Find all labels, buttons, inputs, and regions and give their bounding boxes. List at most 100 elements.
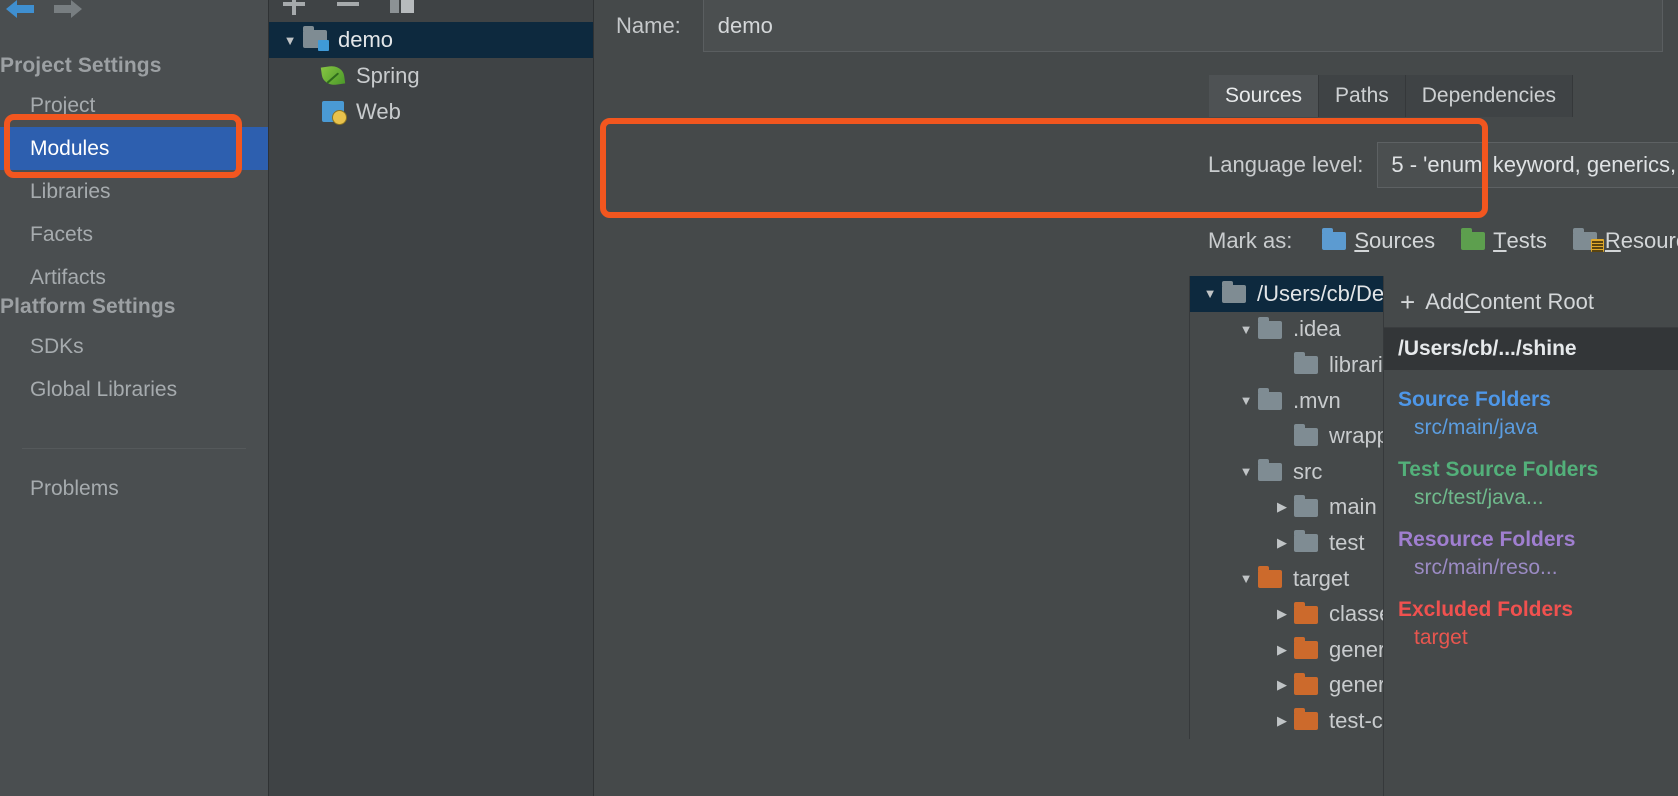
sidebar-item-global-libraries[interactable]: Global Libraries xyxy=(0,368,268,411)
mark-as-toolbar: Mark as: Sources Tests Resources Test R xyxy=(1208,228,1678,254)
folder-gray-icon xyxy=(1294,532,1320,553)
folder-orange-icon xyxy=(1294,604,1320,625)
sidebar-item-libraries[interactable]: Libraries xyxy=(0,170,268,213)
sidebar-section-platform-settings: Platform Settings SDKs Global Libraries xyxy=(0,289,268,411)
folder-gray-icon xyxy=(1258,390,1284,411)
content-root-path[interactable]: /Users/cb/.../shine xyxy=(1384,328,1678,370)
module-tree-row-demo[interactable]: ▼ demo xyxy=(269,22,593,58)
modules-tree: ▼ demo Spring Web xyxy=(269,22,593,130)
module-tree-label: demo xyxy=(338,27,393,53)
source-folders-group: Source Folders src/main/java xyxy=(1384,388,1678,440)
test-source-folders-path[interactable]: src/test/java... xyxy=(1398,486,1678,510)
mark-as-mnemonic: S xyxy=(1354,228,1369,254)
test-source-folders-group: Test Source Folders src/test/java... xyxy=(1384,458,1678,510)
module-name-row: Name: demo xyxy=(616,0,1663,52)
folder-orange-icon xyxy=(1294,710,1320,731)
chevron-right-icon[interactable]: ▶ xyxy=(1270,499,1294,515)
folder-gray-icon xyxy=(1258,461,1284,482)
folder-orange-icon xyxy=(1258,568,1284,589)
module-tree-row-spring[interactable]: Spring xyxy=(269,58,593,94)
add-content-root-button[interactable]: + Add Content Root xyxy=(1384,276,1678,328)
mark-as-label-rest: ources xyxy=(1369,228,1435,254)
chevron-right-icon[interactable]: ▶ xyxy=(1270,713,1294,729)
minus-icon[interactable] xyxy=(335,0,361,17)
modules-toolbar xyxy=(269,0,593,22)
mark-as-mnemonic: T xyxy=(1493,228,1506,254)
mark-as-label-rest: ests xyxy=(1507,228,1547,254)
language-level-row: Language level: 5 - 'enum' keyword, gene… xyxy=(1208,142,1678,188)
chevron-down-icon[interactable]: ▼ xyxy=(1234,464,1258,479)
language-level-select[interactable]: 5 - 'enum' keyword, generics, autoboxing… xyxy=(1377,142,1678,188)
sidebar-divider xyxy=(22,448,246,449)
chevron-right-icon[interactable]: ▶ xyxy=(1270,535,1294,551)
source-folders-path[interactable]: src/main/java xyxy=(1398,416,1678,440)
language-level-value: 5 - 'enum' keyword, generics, autoboxing… xyxy=(1391,152,1678,178)
source-folders-title: Source Folders xyxy=(1398,388,1678,412)
file-tree-label: src xyxy=(1293,459,1322,485)
file-tree-label: target xyxy=(1293,566,1349,592)
add-content-root-label-pre: Add xyxy=(1425,289,1464,315)
tab-dependencies[interactable]: Dependencies xyxy=(1406,75,1573,117)
mark-as-resources-button[interactable]: Resources xyxy=(1573,228,1678,254)
add-content-root-mnemonic: C xyxy=(1464,289,1480,315)
file-tree-label: .mvn xyxy=(1293,388,1341,414)
chevron-right-icon[interactable]: ▶ xyxy=(1270,642,1294,658)
mark-as-mnemonic: R xyxy=(1605,228,1621,254)
language-level-label: Language level: xyxy=(1208,152,1363,178)
file-tree-label: .idea xyxy=(1293,316,1341,342)
plus-icon[interactable] xyxy=(281,0,307,17)
chevron-down-icon[interactable]: ▼ xyxy=(277,33,303,48)
file-tree-label: main xyxy=(1329,494,1377,520)
mark-as-tests-button[interactable]: Tests xyxy=(1461,228,1547,254)
web-globe-icon xyxy=(321,101,347,123)
folder-orange-icon xyxy=(1294,639,1320,660)
folder-gray-icon xyxy=(1294,497,1320,518)
module-tree-row-web[interactable]: Web xyxy=(269,94,593,130)
module-folder-icon xyxy=(303,29,329,51)
sidebar-item-project[interactable]: Project xyxy=(0,84,268,127)
file-tree-label: test xyxy=(1329,530,1364,556)
resource-folders-title: Resource Folders xyxy=(1398,528,1678,552)
chevron-down-icon[interactable]: ▼ xyxy=(1234,322,1258,337)
folder-gray-icon xyxy=(1294,426,1320,447)
tab-paths[interactable]: Paths xyxy=(1319,75,1406,117)
add-content-root-label-post: ontent Root xyxy=(1480,289,1594,315)
name-label: Name: xyxy=(616,13,681,39)
chevron-down-icon[interactable]: ▼ xyxy=(1198,286,1222,301)
mark-as-label-rest: esources xyxy=(1621,228,1678,254)
folder-gray-icon xyxy=(1222,283,1248,304)
modules-tree-panel: ▼ demo Spring Web xyxy=(268,0,594,796)
sidebar-item-modules[interactable]: Modules xyxy=(0,127,268,170)
excluded-folders-path[interactable]: target xyxy=(1398,626,1678,650)
test-source-folders-title: Test Source Folders xyxy=(1398,458,1678,482)
sidebar-header-project-settings: Project Settings xyxy=(0,48,268,84)
chevron-right-icon[interactable]: ▶ xyxy=(1270,606,1294,622)
folder-gray-icon xyxy=(1258,319,1284,340)
folder-orange-icon xyxy=(1294,675,1320,696)
module-detail-panel: Name: demo Sources Paths Dependencies La… xyxy=(594,0,1678,796)
arrow-back-icon[interactable] xyxy=(6,0,40,24)
content-root-summary-panel: + Add Content Root /Users/cb/.../shine S… xyxy=(1383,276,1678,796)
settings-sidebar: Project Settings Project Modules Librari… xyxy=(0,0,268,796)
plus-icon: + xyxy=(1400,289,1415,315)
copy-icon[interactable] xyxy=(389,0,415,17)
module-tree-label: Web xyxy=(356,99,401,125)
spring-leaf-icon xyxy=(321,65,347,87)
tab-sources[interactable]: Sources xyxy=(1209,75,1319,117)
sidebar-item-facets[interactable]: Facets xyxy=(0,213,268,256)
sidebar-problems-block: Problems xyxy=(0,430,268,510)
sidebar-item-sdks[interactable]: SDKs xyxy=(0,325,268,368)
chevron-right-icon[interactable]: ▶ xyxy=(1270,677,1294,693)
chevron-down-icon[interactable]: ▼ xyxy=(1234,393,1258,408)
folder-gray-icon xyxy=(1294,354,1320,375)
resource-folders-group: Resource Folders src/main/reso... xyxy=(1384,528,1678,580)
mark-as-sources-button[interactable]: Sources xyxy=(1322,228,1435,254)
module-tree-label: Spring xyxy=(356,63,420,89)
arrow-forward-icon[interactable] xyxy=(52,0,86,24)
navigation-arrows xyxy=(4,0,104,28)
chevron-down-icon[interactable]: ▼ xyxy=(1234,571,1258,586)
sidebar-item-problems[interactable]: Problems xyxy=(0,467,268,510)
resource-folders-path[interactable]: src/main/reso... xyxy=(1398,556,1678,580)
excluded-folders-title: Excluded Folders xyxy=(1398,598,1678,622)
name-input[interactable]: demo xyxy=(703,0,1663,52)
